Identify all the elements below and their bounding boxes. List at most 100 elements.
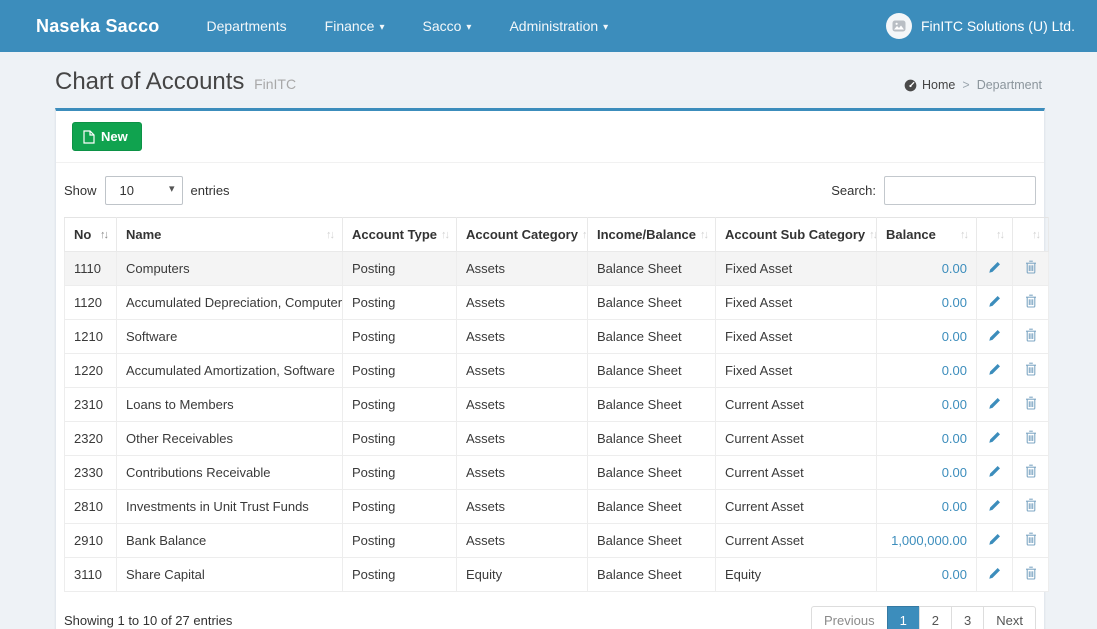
cell-income-balance: Balance Sheet [588,388,716,422]
cell-no: 1120 [65,286,117,320]
dashboard-icon [904,79,917,92]
cell-name: Other Receivables [117,422,343,456]
cell-account-type: Posting [343,388,457,422]
navbar: Naseka Sacco Departments Finance ▾ Sacco… [0,0,1097,52]
delete-icon[interactable] [1025,328,1037,342]
cell-account-category: Assets [457,490,588,524]
delete-icon[interactable] [1025,498,1037,512]
cell-income-balance: Balance Sheet [588,354,716,388]
breadcrumb-home-link[interactable]: Home [904,78,955,92]
edit-icon[interactable] [988,363,1001,376]
cell-account-category: Assets [457,320,588,354]
column-header-account-type[interactable]: Account Type ↑↓ [343,218,457,252]
cell-name: Accumulated Amortization, Software [117,354,343,388]
pagination-page-1[interactable]: 1 [887,606,920,629]
column-header-edit[interactable]: ↑↓ [977,218,1013,252]
cell-edit [977,320,1013,354]
pagination-page-3[interactable]: 3 [951,606,984,629]
delete-icon[interactable] [1025,464,1037,478]
edit-icon[interactable] [988,499,1001,512]
cell-name: Contributions Receivable [117,456,343,490]
balance-link[interactable]: 0.00 [942,363,967,378]
cell-sub-category: Current Asset [716,456,877,490]
page-title: Chart of Accounts [55,68,244,95]
panel-toolbar: New [56,111,1044,163]
sort-icon: ↑↓ [1032,229,1039,241]
balance-link[interactable]: 0.00 [942,329,967,344]
cell-account-type: Posting [343,490,457,524]
page-length-select[interactable]: 10 [105,176,183,205]
cell-account-category: Assets [457,422,588,456]
delete-icon[interactable] [1025,566,1037,580]
edit-icon[interactable] [988,329,1001,342]
pagination-next[interactable]: Next [983,606,1036,629]
cell-sub-category: Current Asset [716,388,877,422]
edit-icon[interactable] [988,261,1001,274]
balance-link[interactable]: 0.00 [942,431,967,446]
cell-balance: 0.00 [877,558,977,592]
column-header-balance[interactable]: Balance ↑↓ [877,218,977,252]
user-menu[interactable]: FinITC Solutions (U) Ltd. [886,13,1075,39]
column-header-account-category[interactable]: Account Category ↑↓ [457,218,588,252]
new-button[interactable]: New [72,122,142,151]
sort-icon: ↑↓ [700,229,707,241]
cell-delete [1013,320,1049,354]
edit-icon[interactable] [988,295,1001,308]
column-header-no[interactable]: No ↑↓ [65,218,117,252]
nav-item-administration[interactable]: Administration ▾ [490,0,627,52]
cell-delete [1013,490,1049,524]
page-subtitle: FinITC [254,76,296,92]
nav-item-sacco[interactable]: Sacco ▾ [404,0,491,52]
edit-icon[interactable] [988,431,1001,444]
balance-link[interactable]: 0.00 [942,465,967,480]
column-header-delete[interactable]: ↑↓ [1013,218,1049,252]
entries-summary: Showing 1 to 10 of 27 entries [64,613,232,628]
cell-balance: 0.00 [877,422,977,456]
nav-item-finance[interactable]: Finance ▾ [306,0,404,52]
main-nav: Departments Finance ▾ Sacco ▾ Administra… [188,0,628,52]
breadcrumb-home-label: Home [922,78,955,92]
chevron-down-icon: ▾ [466,22,471,33]
cell-account-type: Posting [343,354,457,388]
balance-link[interactable]: 0.00 [942,397,967,412]
balance-link[interactable]: 0.00 [942,567,967,582]
search-input[interactable] [884,176,1036,205]
cell-delete [1013,524,1049,558]
page-length-group: Show 10 ▾ entries [64,176,230,205]
delete-icon[interactable] [1025,260,1037,274]
delete-icon[interactable] [1025,396,1037,410]
edit-icon[interactable] [988,533,1001,546]
balance-link[interactable]: 0.00 [942,295,967,310]
search-group: Search: [831,176,1036,205]
balance-link[interactable]: 0.00 [942,499,967,514]
delete-icon[interactable] [1025,362,1037,376]
column-header-sub-category[interactable]: Account Sub Category ↑↓ [716,218,877,252]
balance-link[interactable]: 0.00 [942,261,967,276]
cell-balance: 0.00 [877,388,977,422]
column-label: Account Category [466,227,578,242]
nav-item-departments[interactable]: Departments [188,0,306,52]
column-label: No [74,227,91,242]
edit-icon[interactable] [988,465,1001,478]
table-row: 1110 Computers Posting Assets Balance Sh… [65,252,1049,286]
balance-link[interactable]: 1,000,000.00 [891,533,967,548]
cell-account-type: Posting [343,456,457,490]
edit-icon[interactable] [988,567,1001,580]
cell-balance: 1,000,000.00 [877,524,977,558]
sort-icon: ↑↓ [326,229,333,241]
breadcrumb-current: Department [977,78,1042,92]
delete-icon[interactable] [1025,430,1037,444]
brand-link[interactable]: Naseka Sacco [0,16,188,37]
table-footer: Showing 1 to 10 of 27 entries Previous 1… [56,592,1044,629]
column-header-name[interactable]: Name ↑↓ [117,218,343,252]
delete-icon[interactable] [1025,532,1037,546]
cell-account-type: Posting [343,320,457,354]
pagination-previous[interactable]: Previous [811,606,888,629]
column-label: Account Sub Category [725,227,865,242]
table-row: 2320 Other Receivables Posting Assets Ba… [65,422,1049,456]
pagination-page-2[interactable]: 2 [919,606,952,629]
delete-icon[interactable] [1025,294,1037,308]
column-header-income-balance[interactable]: Income/Balance ↑↓ [588,218,716,252]
edit-icon[interactable] [988,397,1001,410]
nav-item-label: Sacco [423,18,462,34]
